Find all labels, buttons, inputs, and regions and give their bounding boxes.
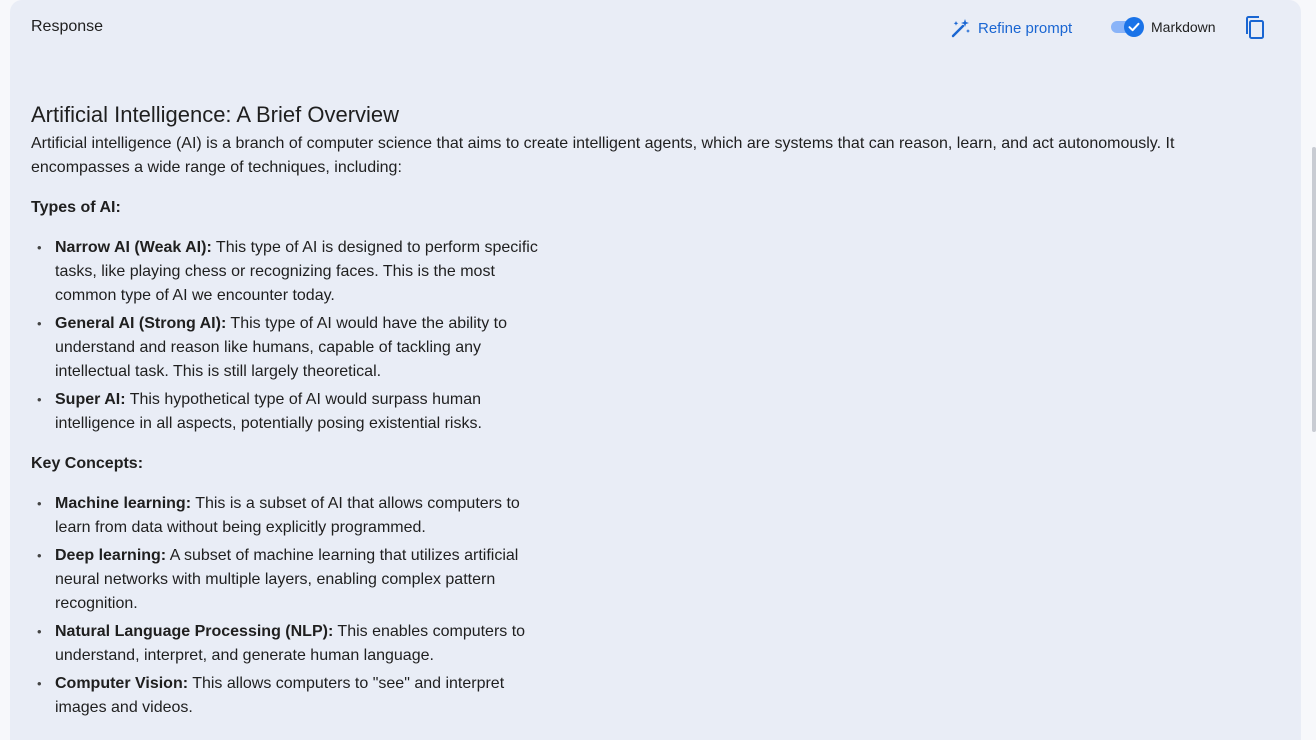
list-item: • General AI (Strong AI): This type of AI… (37, 312, 545, 384)
check-icon (1128, 22, 1140, 32)
list-item: • Computer Vision: This allows computers … (37, 672, 545, 720)
response-header: Response Refine prompt Markdown (10, 0, 1301, 56)
concepts-list: • Machine learning: This is a subset of A… (31, 492, 545, 720)
list-item: • Super AI: This hypothetical type of AI … (37, 388, 545, 436)
bullet-icon: • (37, 624, 42, 639)
refine-prompt-button[interactable]: Refine prompt (950, 16, 1072, 40)
markdown-label: Markdown (1151, 19, 1216, 35)
response-panel: Response Refine prompt Markdown Artifici… (10, 0, 1301, 740)
bullet-icon: • (37, 392, 42, 407)
refine-prompt-label: Refine prompt (978, 19, 1073, 37)
toggle-knob (1124, 17, 1144, 37)
list-item: • Deep learning: A subset of machine lear… (37, 544, 545, 616)
bullet-icon: • (37, 676, 42, 691)
response-title: Response (31, 18, 104, 35)
list-item: • Natural Language Processing (NLP): This… (37, 620, 545, 668)
article-intro: Artificial intelligence (AI) is a branch… (31, 135, 1175, 176)
section-heading-types: Types of AI: (31, 199, 121, 216)
bullet-icon: • (37, 240, 42, 255)
article-title: Artificial Intelligence: A Brief Overvie… (31, 102, 400, 127)
types-list: • Narrow AI (Weak AI): This type of AI is… (31, 236, 545, 436)
copy-icon (1246, 16, 1264, 39)
bullet-icon: • (37, 548, 42, 563)
scrollbar[interactable] (1312, 147, 1316, 432)
copy-button[interactable] (1243, 15, 1267, 41)
list-item: • Machine learning: This is a subset of A… (37, 492, 545, 540)
bullet-icon: • (37, 316, 42, 331)
list-item: • Narrow AI (Weak AI): This type of AI is… (37, 236, 545, 308)
markdown-toggle[interactable]: Markdown (1109, 15, 1216, 39)
bullet-icon: • (37, 496, 42, 511)
section-heading-concepts: Key Concepts: (31, 455, 144, 472)
magic-wand-icon (950, 17, 972, 39)
response-content: Artificial Intelligence: A Brief Overvie… (31, 98, 1211, 724)
toggle-switch[interactable] (1109, 16, 1145, 38)
